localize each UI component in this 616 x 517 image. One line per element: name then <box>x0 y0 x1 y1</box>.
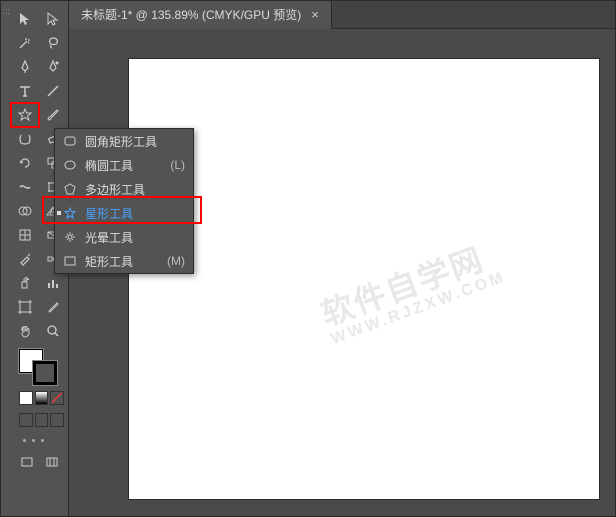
direct-selection-tool[interactable] <box>39 7 67 31</box>
canvas[interactable] <box>129 59 599 499</box>
curvature-tool[interactable] <box>39 55 67 79</box>
symbol-sprayer-tool[interactable] <box>11 271 39 295</box>
flyout-label: 多边形工具 <box>85 181 177 198</box>
draw-inside[interactable] <box>50 413 64 427</box>
ellipse-icon <box>63 158 77 172</box>
color-mode-none[interactable] <box>50 391 64 405</box>
draw-normal[interactable] <box>19 413 33 427</box>
shaper-tool[interactable] <box>11 127 39 151</box>
tab-bar: 未标题-1* @ 135.89% (CMYK/GPU 预览) × <box>69 1 615 29</box>
document-tab[interactable]: 未标题-1* @ 135.89% (CMYK/GPU 预览) × <box>69 1 332 29</box>
shape-tool-flyout: 圆角矩形工具 椭圆工具 (L) 多边形工具 星形工具 光晕工具 矩形工具 (M) <box>54 128 194 274</box>
selection-tool[interactable] <box>11 7 39 31</box>
rounded-rectangle-icon <box>63 134 77 148</box>
artboard-tool[interactable] <box>11 295 39 319</box>
flare-icon <box>63 230 77 244</box>
flyout-label: 圆角矩形工具 <box>85 133 177 150</box>
rectangle-icon <box>63 254 77 268</box>
flyout-label: 光晕工具 <box>85 229 177 246</box>
flyout-shortcut: (M) <box>167 254 185 268</box>
shape-builder-tool[interactable] <box>11 199 39 223</box>
edit-toolbar[interactable] <box>40 450 65 474</box>
fill-stroke-swatch[interactable] <box>19 349 59 387</box>
mesh-tool[interactable] <box>11 223 39 247</box>
flyout-flare[interactable]: 光晕工具 <box>55 225 193 249</box>
touch-type-tool[interactable] <box>39 79 67 103</box>
screen-mode-dots <box>23 439 64 442</box>
flyout-rectangle[interactable]: 矩形工具 (M) <box>55 249 193 273</box>
hand-tool[interactable] <box>11 319 39 343</box>
flyout-label: 星形工具 <box>85 205 177 222</box>
paintbrush-tool[interactable] <box>39 103 67 127</box>
slice-tool[interactable] <box>39 295 67 319</box>
stroke-color[interactable] <box>33 361 57 385</box>
lasso-tool[interactable] <box>39 31 67 55</box>
zoom-tool[interactable] <box>39 319 67 343</box>
panel-drag-handle[interactable] <box>1 1 11 516</box>
rotate-tool[interactable] <box>11 151 39 175</box>
column-graph-tool[interactable] <box>39 271 67 295</box>
color-mode-row <box>19 391 64 405</box>
flyout-label: 矩形工具 <box>85 253 159 270</box>
screen-mode-tool[interactable] <box>15 450 40 474</box>
tab-title: 未标题-1* @ 135.89% (CMYK/GPU 预览) <box>81 6 301 23</box>
flyout-rounded-rectangle[interactable]: 圆角矩形工具 <box>55 129 193 153</box>
color-mode-solid[interactable] <box>19 391 33 405</box>
width-tool[interactable] <box>11 175 39 199</box>
draw-mode-row <box>19 413 64 427</box>
draw-behind[interactable] <box>35 413 49 427</box>
pen-tool[interactable] <box>11 55 39 79</box>
close-icon[interactable]: × <box>311 7 319 22</box>
type-tool[interactable] <box>11 79 39 103</box>
flyout-polygon[interactable]: 多边形工具 <box>55 177 193 201</box>
star-tool[interactable] <box>11 103 39 127</box>
flyout-shortcut: (L) <box>170 158 185 172</box>
star-icon <box>63 206 77 220</box>
polygon-icon <box>63 182 77 196</box>
magic-wand-tool[interactable] <box>11 31 39 55</box>
flyout-ellipse[interactable]: 椭圆工具 (L) <box>55 153 193 177</box>
flyout-star[interactable]: 星形工具 <box>55 201 193 225</box>
flyout-label: 椭圆工具 <box>85 157 162 174</box>
eyedropper-tool[interactable] <box>11 247 39 271</box>
color-mode-gradient[interactable] <box>35 391 49 405</box>
